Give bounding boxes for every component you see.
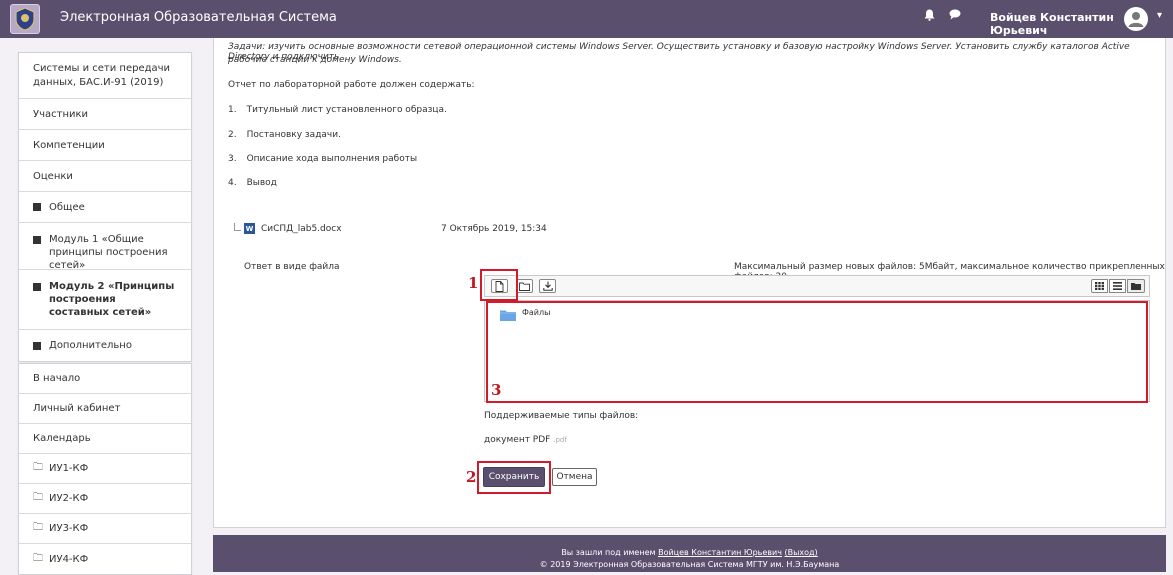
user-menu-caret-icon[interactable]: ▾: [1157, 10, 1162, 21]
bell-icon[interactable]: [924, 9, 935, 25]
grid-view-icon: [1095, 282, 1104, 290]
file-submission-label: Ответ в виде файла: [244, 262, 340, 272]
footer-user-link[interactable]: Войцев Константин Юрьевич: [658, 548, 782, 557]
chat-icon[interactable]: [949, 9, 961, 25]
download-icon: [542, 281, 553, 291]
view-tree-button[interactable]: [1127, 279, 1145, 293]
nav-item-iu4[interactable]: 🗀 ИУ4-КФ: [19, 544, 191, 574]
nav-item-calendar[interactable]: Календарь: [19, 424, 191, 454]
section-icon: [33, 341, 41, 350]
nav-item-home[interactable]: В начало: [19, 364, 191, 394]
sidebar-item-general[interactable]: Общее: [19, 192, 191, 223]
sidebar-item-participants[interactable]: Участники: [19, 99, 191, 130]
view-list-button[interactable]: [1109, 279, 1126, 293]
word-document-icon: W: [244, 223, 255, 234]
user-avatar[interactable]: [1124, 7, 1148, 31]
annotation-number-2: 2: [466, 468, 477, 486]
sidebar-item-course[interactable]: Системы и сети передачи данных, БАС.И-91…: [19, 53, 191, 99]
top-navbar: Электронная Образовательная Система Войц…: [0, 0, 1173, 38]
list-view-icon: [1113, 282, 1122, 290]
report-item-1: 1. Титульный лист установленного образца.: [228, 105, 447, 115]
report-item-3: 3. Описание хода выполнения работы: [228, 154, 418, 164]
folder-icon: 🗀: [33, 522, 43, 533]
annotation-box-2: [477, 461, 551, 494]
supported-types-label: Поддерживаемые типы файлов:: [484, 411, 639, 421]
section-icon: [33, 236, 41, 244]
attachment-date: 7 Октябрь 2019, 15:34: [441, 224, 547, 234]
site-navigation-block: В начало Личный кабинет Календарь 🗀 ИУ1-К…: [18, 363, 192, 575]
folder-icon: 🗀: [33, 552, 43, 564]
sidebar-item-additional[interactable]: Дополнительно: [19, 330, 191, 361]
folder-icon: 🗀: [33, 492, 43, 503]
report-item-4: 4. Вывод: [228, 178, 277, 188]
create-folder-button[interactable]: [516, 279, 533, 293]
annotation-box-3: [486, 301, 1148, 403]
nav-item-iu1[interactable]: 🗀 ИУ1-КФ: [19, 454, 191, 484]
sidebar-item-module-1[interactable]: Модуль 1 «Общие принципы построения сете…: [19, 223, 191, 271]
sidebar-item-module-2[interactable]: Модуль 2 «Принципы построения составных …: [19, 270, 191, 330]
attachment-link[interactable]: СиСПД_lab5.docx: [261, 224, 342, 234]
main-content: Задачи: изучить основные возможности сет…: [213, 38, 1166, 528]
view-icons-button[interactable]: [1091, 279, 1108, 293]
folder-icon: 🗀: [33, 462, 43, 473]
task-description-line2: рабочие станции к домену Windows.: [228, 55, 402, 65]
download-all-button[interactable]: [539, 279, 556, 293]
annotation-number-1: 1: [468, 274, 479, 292]
footer-logout-link[interactable]: (Выход): [784, 548, 817, 557]
nav-item-dashboard[interactable]: Личный кабинет: [19, 394, 191, 424]
folder-view-icon: [1131, 283, 1141, 290]
report-intro: Отчет по лабораторной работе должен соде…: [228, 80, 475, 90]
attachment-tree-line: [234, 223, 241, 231]
section-icon: [33, 203, 41, 211]
sidebar-item-competencies[interactable]: Компетенции: [19, 130, 191, 161]
supported-type-pdf: документ PDF .pdf: [484, 435, 567, 445]
sidebar-item-grades[interactable]: Оценки: [19, 161, 191, 192]
nav-item-iu3[interactable]: 🗀 ИУ3-КФ: [19, 514, 191, 544]
annotation-box-1: [480, 269, 518, 301]
page-footer: Вы зашли под именем Войцев Константин Юр…: [213, 535, 1166, 572]
filemanager-toolbar: [484, 275, 1150, 297]
footer-login-info: Вы зашли под именем Войцев Константин Юр…: [561, 548, 818, 557]
site-logo[interactable]: [10, 4, 40, 34]
cancel-button[interactable]: Отмена: [552, 468, 597, 486]
annotation-number-3: 3: [491, 381, 502, 399]
create-folder-icon: [519, 282, 530, 291]
report-item-2: 2. Постановку задачи.: [228, 130, 341, 140]
nav-item-iu2[interactable]: 🗀 ИУ2-КФ: [19, 484, 191, 514]
section-icon: [33, 283, 41, 291]
footer-copyright: © 2019 Электронная Образовательная Систе…: [539, 560, 840, 569]
course-navigation-block: Системы и сети передачи данных, БАС.И-91…: [18, 52, 192, 362]
site-name[interactable]: Электронная Образовательная Система: [60, 10, 337, 25]
